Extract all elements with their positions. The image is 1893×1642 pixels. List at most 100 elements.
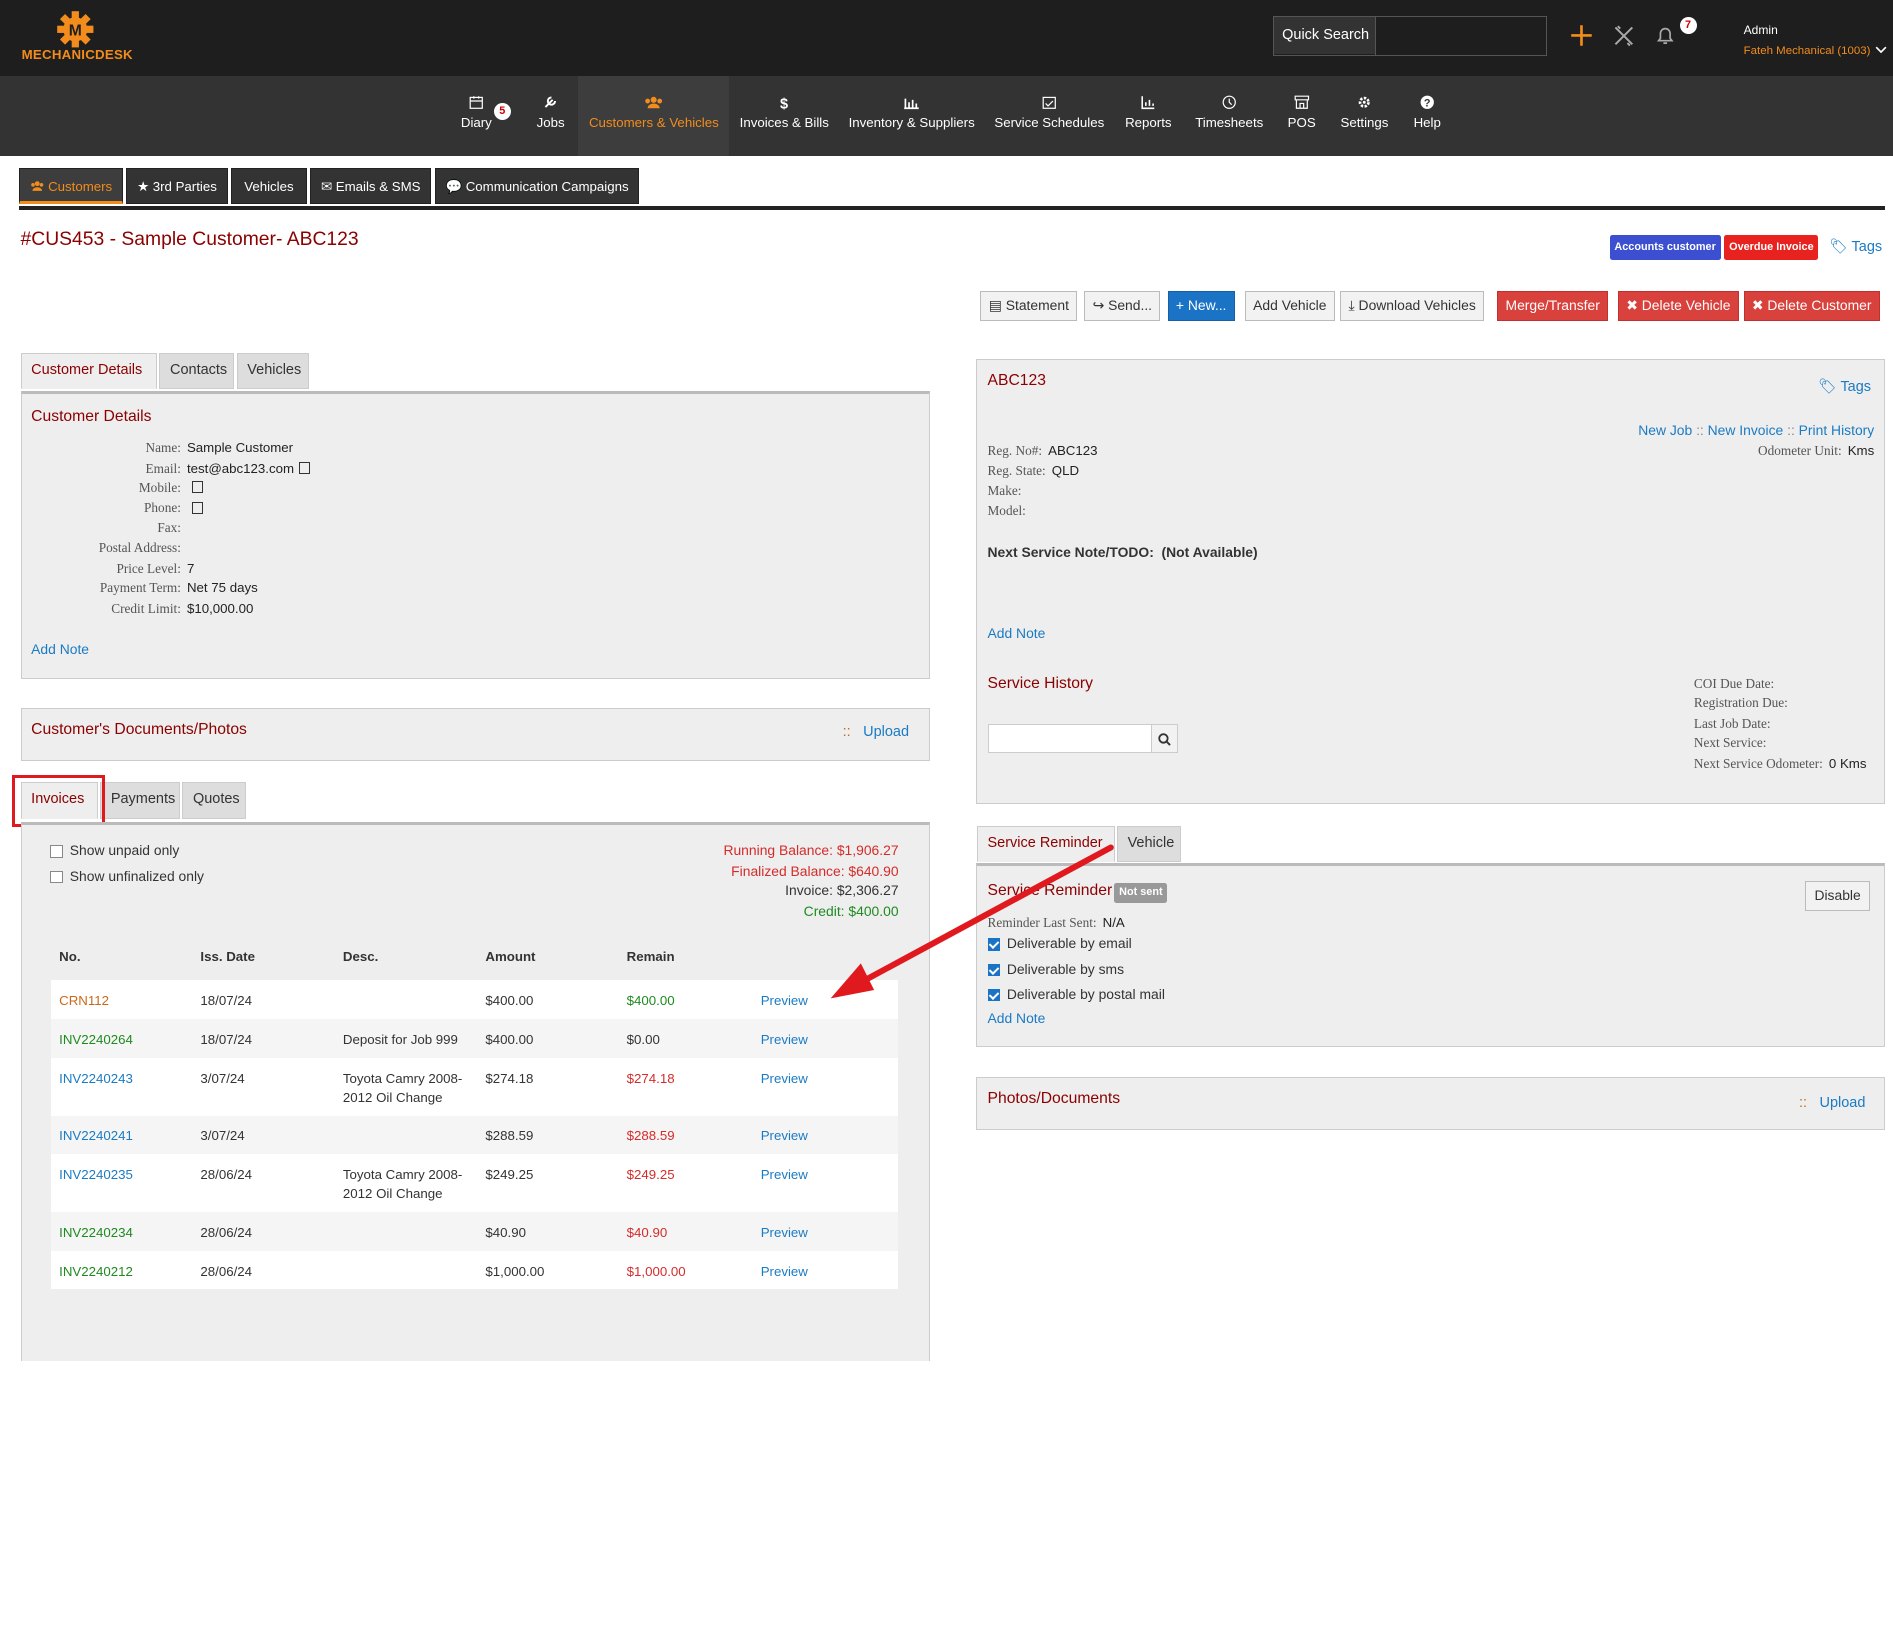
tab-customer-details[interactable]: Customer Details: [20, 352, 157, 389]
nav-timesheets[interactable]: Timesheets: [1188, 76, 1270, 156]
user-name[interactable]: Admin: [1744, 23, 1778, 37]
preview-link[interactable]: Preview: [760, 1057, 899, 1116]
nav-reports[interactable]: Reports: [1119, 76, 1177, 156]
invoice-no-link[interactable]: INV2240243: [50, 1057, 192, 1116]
overdue-invoice-label[interactable]: Overdue Invoice: [1724, 235, 1819, 260]
new-button[interactable]: + New...: [1167, 291, 1235, 322]
statement-button[interactable]: ▤ Statement: [980, 291, 1078, 322]
wrench-icon: [545, 96, 557, 109]
nav-pos[interactable]: POS: [1284, 76, 1320, 156]
copy-icon[interactable]: [191, 481, 203, 494]
nav-diary-label: Diary: [460, 114, 492, 130]
vehicle-tags-link[interactable]: 🏷 Tags: [1818, 378, 1871, 395]
invoice-no-link[interactable]: INV2240235: [50, 1154, 192, 1213]
comments-icon: 💬: [445, 178, 462, 194]
preview-link[interactable]: Preview: [760, 1115, 899, 1155]
photos-documents-panel: Photos/Documents :: Upload: [975, 1077, 1885, 1131]
nav-jobs[interactable]: Jobs: [526, 76, 574, 156]
filter-unpaid[interactable]: Show unpaid only: [50, 842, 179, 858]
download-vehicles-button[interactable]: ⤓ Download Vehicles: [1340, 291, 1485, 322]
tools-icon[interactable]: [1613, 25, 1635, 47]
invoice-no-link[interactable]: INV2240234: [50, 1212, 192, 1251]
field-label: Phone:: [144, 500, 181, 516]
workshop-name[interactable]: Fateh Mechanical (1003): [1744, 45, 1871, 57]
tab-communication-campaigns[interactable]: 💬 Communication Campaigns: [434, 167, 640, 205]
merge-transfer-button-label: Merge/Transfer: [1505, 297, 1600, 313]
separator: ::: [1787, 422, 1795, 439]
field-value: Sample Customer: [186, 440, 294, 456]
checkbox[interactable]: [50, 845, 63, 858]
table-row: INV2240212 28/06/24 $1,000.00 $1,000.00 Prev…: [50, 1250, 899, 1290]
app-logo[interactable]: M MechanicDesk: [19, 10, 135, 68]
send-button[interactable]: ↪ Send...: [1084, 291, 1161, 322]
field-price-level: Price Level: 7: [22, 560, 195, 577]
add-vehicle-button[interactable]: Add Vehicle: [1244, 291, 1335, 322]
nav-customers-vehicles[interactable]: Customers & Vehicles: [578, 76, 730, 156]
photos-upload-link[interactable]: Upload: [1819, 1095, 1865, 1111]
disable-button[interactable]: Disable: [1805, 880, 1871, 912]
preview-link[interactable]: Preview: [760, 1250, 899, 1290]
accounts-customer-label[interactable]: Accounts customer: [1609, 235, 1721, 260]
tab-emails-sms[interactable]: ✉ Emails & SMS: [310, 167, 432, 205]
reminder-add-note-link[interactable]: Add Note: [988, 1010, 1046, 1026]
invoice-no-link[interactable]: INV2240212: [50, 1250, 192, 1290]
tab-vehicles[interactable]: Vehicles: [231, 167, 307, 205]
tab-vehicle[interactable]: Vehicle: [1116, 825, 1181, 863]
col-desc[interactable]: Desc.: [334, 932, 477, 981]
nav-service-schedules[interactable]: Service Schedules: [990, 76, 1108, 156]
service-history-search[interactable]: [987, 724, 1179, 754]
new-invoice-link[interactable]: New Invoice: [1708, 422, 1784, 438]
upload-link[interactable]: Upload: [863, 724, 909, 740]
col-amount[interactable]: Amount: [476, 932, 619, 981]
chevron-down-icon[interactable]: [1875, 46, 1887, 54]
top-bar: M MechanicDesk Quick Search 7 Admin Fate…: [0, 0, 1893, 77]
col-iss-date[interactable]: Iss. Date: [191, 932, 335, 981]
preview-link[interactable]: Preview: [760, 1154, 899, 1213]
delete-vehicle-button[interactable]: ✖ Delete Vehicle: [1618, 291, 1739, 322]
separator: ::: [1798, 1094, 1808, 1111]
download-vehicles-button-label: Download Vehicles: [1358, 297, 1476, 313]
tab-quotes[interactable]: Quotes: [182, 782, 247, 819]
nav-inventory-suppliers[interactable]: Inventory & Suppliers: [845, 76, 978, 156]
preview-link[interactable]: Preview: [760, 1019, 899, 1058]
quick-search[interactable]: Quick Search: [1272, 15, 1547, 56]
field-value: QLD: [1051, 463, 1080, 479]
invoice-no-link[interactable]: CRN112: [50, 980, 192, 1020]
field-last-job-date: Last Job Date:: [1694, 716, 1777, 732]
plus-icon[interactable]: [1570, 24, 1593, 47]
field-label: Credit Limit:: [111, 600, 181, 616]
add-note-link[interactable]: Add Note: [31, 641, 89, 657]
preview-link[interactable]: Preview: [760, 1212, 899, 1251]
new-job-link[interactable]: New Job: [1638, 422, 1692, 438]
col-remain[interactable]: Remain: [618, 932, 761, 981]
tab-payments[interactable]: Payments: [100, 782, 180, 819]
copy-icon[interactable]: [191, 501, 203, 514]
invoice-no-link[interactable]: INV2240264: [50, 1019, 192, 1058]
filter-unfinalized[interactable]: Show unfinalized only: [50, 868, 204, 884]
checkbox[interactable]: [50, 870, 63, 883]
field-value: 7: [186, 560, 195, 576]
tab-customers[interactable]: Customers: [19, 167, 123, 205]
delete-customer-button[interactable]: ✖ Delete Customer: [1743, 291, 1880, 322]
field-label: Next Service:: [1693, 735, 1767, 751]
tab-customer-vehicles[interactable]: Vehicles: [236, 352, 310, 389]
quick-search-input[interactable]: [1375, 16, 1546, 55]
copy-icon[interactable]: [298, 461, 310, 474]
service-history-search-input[interactable]: [989, 725, 1151, 752]
search-button[interactable]: [1150, 725, 1178, 753]
print-history-link[interactable]: Print History: [1799, 422, 1875, 438]
tab-contacts[interactable]: Contacts: [159, 352, 235, 389]
vehicle-add-note-link[interactable]: Add Note: [988, 625, 1046, 641]
invoice-no-link[interactable]: INV2240241: [50, 1115, 192, 1155]
bell-icon[interactable]: [1655, 25, 1676, 47]
nav-help[interactable]: ? Help: [1409, 76, 1445, 156]
nav-invoices-bills[interactable]: $ Invoices & Bills: [734, 76, 834, 156]
tags-link[interactable]: 🏷 Tags: [1829, 238, 1882, 255]
tab-3rd-parties[interactable]: ★ 3rd Parties: [126, 167, 228, 205]
section-divider: [19, 206, 1885, 211]
nav-diary[interactable]: Diary 5: [455, 76, 511, 156]
invoice-date: 28/06/24: [191, 1154, 335, 1213]
col-no[interactable]: No.: [50, 932, 192, 981]
nav-settings[interactable]: Settings: [1335, 76, 1393, 156]
merge-transfer-button[interactable]: Merge/Transfer: [1497, 291, 1609, 322]
